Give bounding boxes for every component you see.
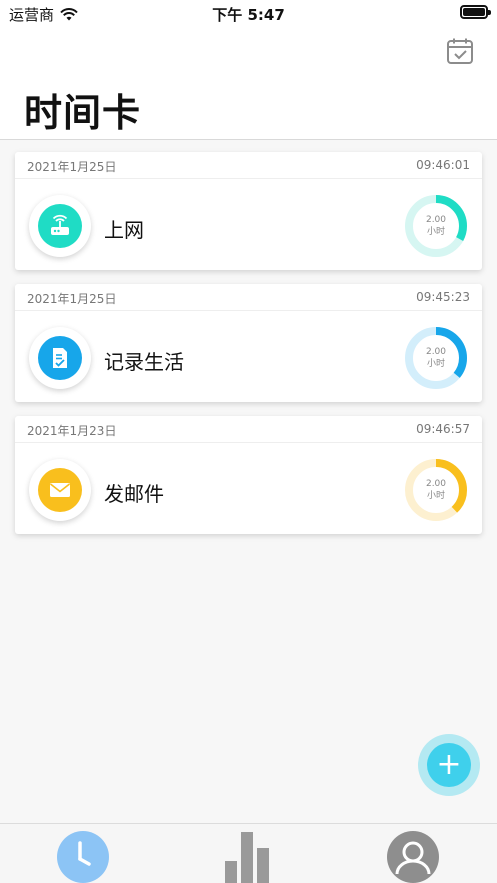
time-card[interactable]: 2021年1月23日 09:46:57 发邮件 2.00 小时	[15, 416, 482, 534]
battery-icon	[460, 5, 491, 19]
status-time: 下午 5:47	[212, 6, 285, 24]
card-date: 2021年1月25日	[27, 292, 117, 306]
plus-icon: +	[427, 743, 471, 787]
card-header: 2021年1月23日 09:46:57	[15, 416, 482, 443]
user-icon	[387, 831, 439, 883]
calendar-check-icon	[447, 38, 473, 64]
card-title: 发邮件	[104, 482, 164, 506]
duration-unit: 小时	[426, 491, 445, 501]
header-divider	[0, 139, 497, 140]
card-icon-circle	[38, 204, 82, 248]
card-time: 09:46:01	[416, 158, 470, 172]
calendar-button[interactable]	[446, 37, 474, 65]
card-icon-circle	[38, 336, 82, 380]
card-title: 上网	[104, 218, 144, 242]
add-card-button[interactable]: +	[418, 734, 480, 796]
page-title: 时间卡	[24, 91, 142, 135]
card-date: 2021年1月23日	[27, 424, 117, 438]
tab-statistics[interactable]	[221, 830, 275, 883]
card-time: 09:46:57	[416, 422, 470, 436]
card-icon-badge	[29, 327, 91, 389]
tab-bar	[0, 823, 497, 883]
duration-unit: 小时	[426, 359, 445, 369]
tab-profile[interactable]	[386, 830, 440, 883]
card-header: 2021年1月25日 09:45:23	[15, 284, 482, 311]
card-header: 2021年1月25日 09:46:01	[15, 152, 482, 179]
card-date: 2021年1月25日	[27, 160, 117, 174]
card-time: 09:45:23	[416, 290, 470, 304]
duration-label: 2.00 小时	[404, 326, 468, 390]
card-title: 记录生活	[104, 350, 184, 374]
card-icon-circle	[38, 468, 82, 512]
duration-unit: 小时	[426, 227, 445, 237]
clock-icon	[57, 831, 109, 883]
time-card[interactable]: 2021年1月25日 09:45:23 记录生活 2.00 小时	[15, 284, 482, 402]
time-card-list: 2021年1月25日 09:46:01 上网 2.00 小时 2021年1月25…	[15, 152, 482, 548]
duration-label: 2.00 小时	[404, 458, 468, 522]
duration-value: 2.00	[425, 215, 447, 225]
duration-value: 2.00	[425, 479, 447, 489]
status-bar: 运营商 下午 5:47	[0, 0, 497, 26]
duration-value: 2.00	[425, 347, 447, 357]
router-icon	[51, 214, 69, 235]
duration-label: 2.00 小时	[404, 194, 468, 258]
bar-chart-icon	[225, 832, 269, 883]
card-icon-badge	[29, 459, 91, 521]
tab-clock[interactable]	[56, 830, 110, 883]
time-card[interactable]: 2021年1月25日 09:46:01 上网 2.00 小时	[15, 152, 482, 270]
document-icon	[53, 348, 67, 368]
card-icon-badge	[29, 195, 91, 257]
mail-icon	[50, 483, 70, 497]
